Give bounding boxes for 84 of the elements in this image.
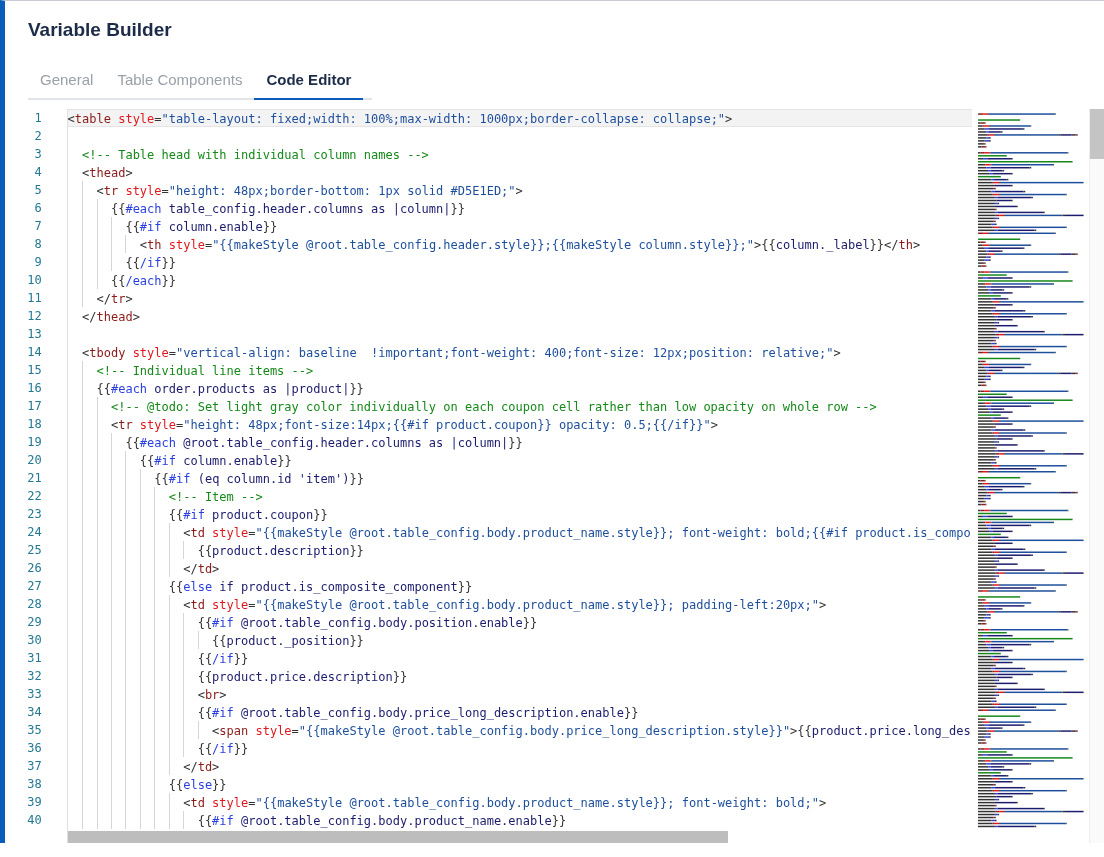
line-number: 18 (26, 416, 43, 433)
horizontal-scrollbar[interactable] (67, 831, 728, 843)
tab[interactable]: General (28, 61, 106, 100)
line-number: 33 (26, 686, 43, 703)
code-line: {{else if product.is_composite_component}} (167, 579, 473, 596)
code-line: {{product.description}} (196, 543, 364, 560)
line-number: 23 (26, 506, 43, 523)
line-number: 1 (33, 110, 43, 127)
code-line: </td> (182, 759, 220, 776)
code-line: <span style="{{makeStyle @root.table_config.body.price_long_description.style}}">{{product.price.long_des (211, 723, 971, 740)
code-line: <!-- Individual line items --> (95, 363, 314, 380)
code-line: <!-- Item --> (167, 489, 263, 506)
line-number: 3 (33, 146, 43, 163)
line-number: 39 (26, 794, 43, 811)
code-line: </tr> (95, 291, 133, 308)
code-line: {{#if column.enable}} (138, 453, 292, 470)
line-number: 4 (33, 164, 43, 181)
code-line: <br> (196, 687, 227, 704)
code-line: {{#if (eq column.id 'item')}} (153, 471, 364, 488)
tab[interactable]: Code Editor (254, 61, 364, 100)
line-number: 26 (26, 560, 43, 577)
line-number: 34 (26, 704, 43, 721)
code-line: {{/if}} (124, 255, 176, 272)
code-line: {{#if product.coupon}} (167, 507, 328, 524)
line-number: 29 (26, 614, 43, 631)
line-number: 32 (26, 668, 43, 685)
page-title: Variable Builder (28, 19, 173, 41)
line-number: 35 (26, 722, 43, 739)
line-number: 37 (26, 758, 43, 775)
code-line: {{#each order.products as |product|}} (95, 381, 364, 398)
code-line: <td style="{{makeStyle @root.table_config.body.product_name.style}}; padding-left:20px;"> (182, 597, 827, 614)
code-line: {{#each table_config.header.columns as |column|}} (109, 201, 465, 218)
line-number: 38 (26, 776, 43, 793)
line-number: 5 (33, 182, 43, 199)
line-number: 13 (26, 326, 43, 343)
vertical-scrollbar[interactable] (1089, 109, 1104, 843)
code-line: {{/if}} (196, 651, 249, 668)
code-line: {{#if @root.table_config.body.price_long_description.enable}} (196, 705, 639, 722)
code-line: <!-- @todo: Set light gray color individually on each coupon cell rather than low opacity on whole row --> (109, 399, 877, 416)
line-number: 31 (26, 650, 43, 667)
code-line: {{else}} (167, 777, 227, 794)
tab[interactable]: Table Components (105, 61, 255, 100)
code-line: {{#each @root.table_config.header.columns as |column|}} (124, 435, 523, 452)
code-line: </td> (182, 561, 220, 578)
line-number: 9 (33, 254, 43, 271)
code-line: <td style="{{makeStyle @root.table_config.body.product_name.style}}; font-weight: bold;"> (182, 795, 827, 812)
code-line: <tr style="height: 48px;border-bottom: 1px solid #D5E1ED;"> (95, 183, 523, 200)
line-number: 2 (33, 128, 43, 145)
code-line: {{product.price.description}} (196, 669, 408, 686)
code-line: <!-- Table head with individual column names --> (81, 147, 429, 164)
code-line: <thead> (81, 165, 133, 182)
line-number: 8 (33, 236, 43, 253)
line-number: 11 (26, 290, 43, 307)
code-line: {{#if @root.table_config.body.position.enable}} (196, 615, 538, 632)
code-line: </thead> (81, 309, 140, 326)
code-line: <tr style="height: 48px;font-size:14px;{{#if product.coupon}} opacity: 0.5;{{/if}}"> (109, 417, 718, 434)
line-number: 14 (26, 344, 43, 361)
line-number: 17 (26, 398, 43, 415)
code-line: <td style="{{makeStyle @root.table_config.body.product_name.style}}; font-weight: bold;{{#if product.is_compo (182, 525, 971, 542)
code-line: <tbody style="vertical-align: baseline !important;font-weight: 400;font-size: 12px;position: relative;"> (81, 345, 841, 362)
line-number: 24 (26, 524, 43, 541)
code-line: {{/each}} (109, 273, 176, 290)
line-number: 6 (33, 200, 43, 217)
line-number: 7 (33, 218, 43, 235)
line-number: 21 (26, 470, 43, 487)
line-number: 12 (26, 308, 43, 325)
line-number: 27 (26, 578, 43, 595)
line-number: 16 (26, 380, 43, 397)
code-line: {{product._position}} (211, 633, 364, 650)
line-number: 36 (26, 740, 43, 757)
line-number: 10 (26, 272, 43, 289)
line-number: 15 (26, 362, 43, 379)
code-line: {{/if}} (196, 741, 249, 758)
code-line: {{#if @root.table_config.body.product_name.enable}} (196, 813, 567, 830)
code-line: <table style="table-layout: fixed;width: 100%;max-width: 1000px;border-collapse: collapse;"> (67, 111, 733, 128)
line-number: 40 (26, 812, 43, 829)
code-line: <th style="{{makeStyle @root.table_config.header.style}};{{makeStyle column.style}};">{{column._label}}</th> (138, 237, 921, 254)
line-number: 25 (26, 542, 43, 559)
line-number: 22 (26, 488, 43, 505)
line-number: 28 (26, 596, 43, 613)
line-number: 19 (26, 434, 43, 451)
line-number: 20 (26, 452, 43, 469)
line-number: 30 (26, 632, 43, 649)
code-line: {{#if column.enable}} (124, 219, 278, 236)
